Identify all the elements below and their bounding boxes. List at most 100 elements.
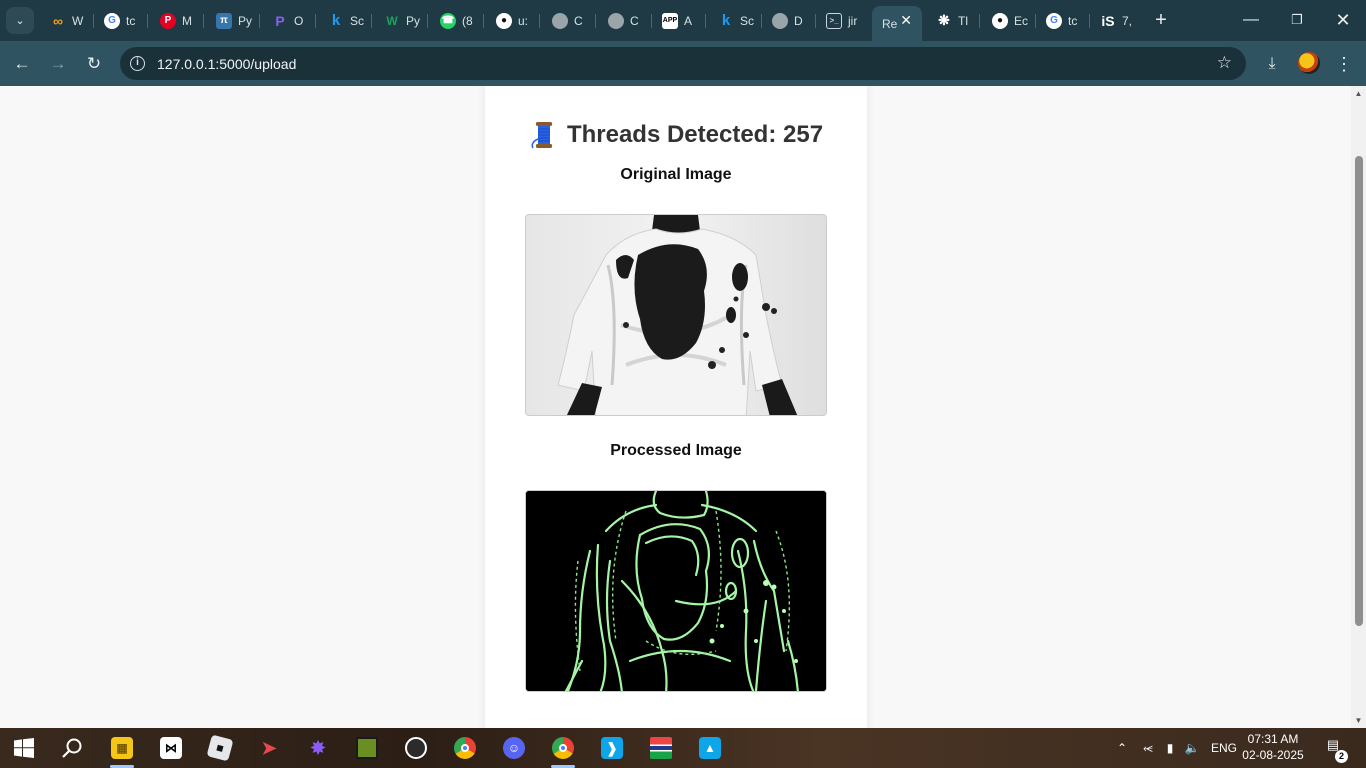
wifi-icon[interactable]: ⥷ [1138, 728, 1158, 768]
scroll-down-arrow-icon[interactable]: ▼ [1354, 716, 1363, 725]
flag-icon [650, 737, 672, 759]
search-icon [62, 738, 82, 758]
tab-label: jir [848, 13, 858, 28]
python-icon: π [216, 12, 232, 29]
tab-10[interactable]: C [542, 6, 596, 35]
tab-8[interactable]: ☎ (8 [430, 6, 484, 35]
globe-icon [608, 12, 624, 29]
k-logo-icon: k [721, 12, 731, 29]
capcut-app[interactable]: ⋈ [151, 732, 191, 764]
taskbar-search-button[interactable] [52, 732, 92, 764]
download-icon[interactable]: ⤓ [1259, 51, 1285, 77]
minecraft-grass-icon [356, 737, 378, 759]
tab-14[interactable]: D [762, 6, 816, 35]
scroll-up-arrow-icon[interactable]: ▲ [1354, 89, 1363, 98]
file-explorer-app[interactable]: ▦ [102, 732, 142, 768]
volume-icon[interactable]: 🔈 [1182, 728, 1202, 768]
tab-label: Sc [740, 13, 755, 28]
pinterest-icon: P [160, 12, 176, 29]
minecraft-app[interactable] [347, 732, 387, 764]
tab-9[interactable]: ● u: [486, 6, 540, 35]
clock-time: 07:31 AM [1247, 732, 1299, 746]
original-image [525, 214, 827, 416]
vscode-app[interactable]: ❱ [592, 732, 632, 764]
tab-17[interactable]: ❋ Tl [926, 6, 980, 35]
chrome-icon [454, 737, 476, 759]
start-button[interactable] [4, 732, 44, 764]
browser-toolbar: ← → ↻ i 127.0.0.1:5000/upload ☆ ⤓ ⋮ [0, 41, 1366, 86]
chrome-app[interactable] [445, 732, 485, 764]
tab-12[interactable]: APP A [652, 6, 706, 35]
tray-overflow-chevron-icon[interactable]: ⌃ [1112, 728, 1132, 768]
profile-avatar[interactable] [1298, 52, 1320, 74]
discord-icon: ☺ [503, 737, 525, 759]
github-icon: ● [992, 12, 1008, 29]
system-clock[interactable]: 07:31 AM 02-08-2025 [1240, 731, 1306, 763]
tab-1[interactable]: ∞ W [40, 6, 94, 35]
flag-app[interactable] [641, 732, 681, 764]
close-icon[interactable]: ✕ [900, 12, 912, 29]
chrome-profile-app[interactable] [543, 732, 583, 768]
k-logo-icon: k [331, 12, 341, 29]
tab-label: Py [406, 13, 421, 28]
reload-button[interactable]: ↻ [81, 51, 107, 77]
page-scrollbar[interactable]: ▲ ▼ [1351, 86, 1366, 728]
tab-4[interactable]: π Py [206, 6, 260, 35]
tab-strip: ⌄ ∞ W G tc P M π Py P O k Sc W Py ☎ (8 ●… [0, 0, 1366, 41]
tab-search-button[interactable]: ⌄ [6, 7, 34, 34]
tab-13[interactable]: k Sc [708, 6, 762, 35]
obs-studio-app[interactable] [396, 732, 436, 764]
notification-icon: ▤ [1326, 737, 1340, 752]
tab-6[interactable]: k Sc [318, 6, 372, 35]
flutterflow-app[interactable]: ➤ [249, 732, 289, 764]
openai-icon: ❋ [938, 12, 950, 28]
tab-label: tc [1068, 13, 1078, 28]
processed-image-label: Processed Image [610, 442, 742, 459]
vscode-icon: ❱ [601, 737, 623, 759]
battery-icon[interactable]: ▮ [1160, 728, 1180, 768]
address-bar[interactable]: i 127.0.0.1:5000/upload ☆ [120, 47, 1246, 80]
forward-button[interactable]: → [45, 51, 71, 77]
tab-label: tc [126, 13, 136, 28]
menu-kebab-icon[interactable]: ⋮ [1331, 51, 1357, 77]
restore-button[interactable]: ❐ [1274, 0, 1320, 40]
tab-20[interactable]: iS 7, [1090, 6, 1144, 35]
tab-18[interactable]: ● Ec [982, 6, 1036, 35]
tab-11[interactable]: C [598, 6, 652, 35]
minimize-button[interactable]: — [1228, 0, 1274, 40]
tab-3[interactable]: P M [150, 6, 204, 35]
terminal-icon: >_ [826, 12, 842, 29]
threads-count-text: Threads Detected: 257 [566, 121, 824, 148]
tab-15[interactable]: >_ jir [816, 6, 870, 35]
close-window-button[interactable]: ✕ [1320, 0, 1366, 40]
tab-label: D [794, 13, 803, 28]
photos-icon: ▲ [699, 737, 721, 759]
new-tab-button[interactable]: + [1150, 9, 1172, 31]
chrome-icon [552, 737, 574, 759]
tab-label: M [182, 13, 192, 28]
tab-7[interactable]: W Py [374, 6, 428, 35]
tab-label: (8 [462, 13, 473, 28]
whatsapp-icon: ☎ [440, 12, 456, 29]
photos-app[interactable]: ▲ [690, 732, 730, 764]
network-app[interactable]: ✸ [298, 732, 338, 764]
back-button[interactable]: ← [9, 51, 35, 77]
bookmark-star-icon[interactable]: ☆ [1217, 53, 1232, 73]
notification-center-button[interactable]: ▤ 2 [1322, 737, 1348, 763]
windows-logo-icon [14, 738, 34, 758]
language-indicator[interactable]: ENG [1208, 728, 1240, 768]
site-info-icon[interactable]: i [130, 56, 145, 71]
is-logo-icon: iS [1101, 12, 1115, 29]
google-icon: G [1046, 12, 1062, 29]
url-text[interactable]: 127.0.0.1:5000/upload [157, 56, 296, 72]
tab-19[interactable]: G tc [1036, 6, 1090, 35]
tab-active[interactable]: Re ✕ [872, 6, 922, 41]
obs-icon [405, 737, 427, 759]
tab-5[interactable]: P O [262, 6, 316, 35]
tab-2[interactable]: G tc [94, 6, 148, 35]
roblox-app[interactable]: ■ [200, 732, 240, 764]
google-icon: G [104, 12, 120, 29]
tab-label: Tl [958, 13, 968, 28]
discord-app[interactable]: ☺ [494, 732, 534, 764]
scrollbar-thumb[interactable] [1355, 156, 1363, 626]
